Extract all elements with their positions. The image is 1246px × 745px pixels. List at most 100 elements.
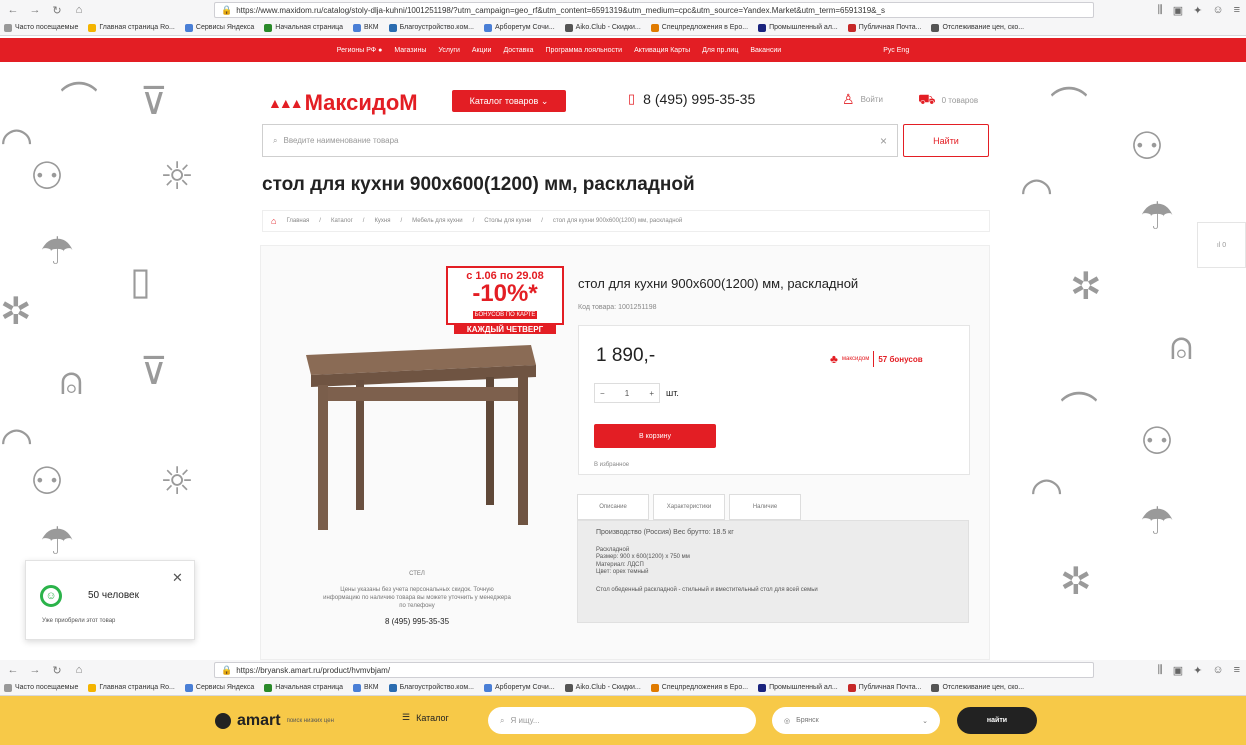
amart-catalog-button[interactable]: ☰ Каталог [402, 712, 449, 723]
reload-icon[interactable]: ↻ [50, 4, 64, 17]
palm-icon: ✲ [1060, 559, 1092, 603]
bookmark[interactable]: Начальная страница [264, 683, 343, 692]
umbrella-icon: ☂ [1140, 499, 1175, 543]
menu-icon[interactable]: ≡ [1234, 4, 1240, 16]
site-logo[interactable]: ▲▲▲ МаксидоМ [268, 90, 418, 116]
extension-icon[interactable]: ✦ [1193, 664, 1202, 677]
address-bar[interactable]: 🔒 https://www.maxidom.ru/catalog/stoly-d… [214, 2, 1094, 18]
forward-icon[interactable]: → [28, 4, 42, 16]
clear-search-icon[interactable]: × [880, 134, 887, 148]
topbar-link[interactable]: Регионы РФ ● [337, 47, 383, 54]
amart-search-input[interactable]: ⌕ Я ищу... [488, 707, 756, 734]
bookmark[interactable]: Благоустройство.ком... [388, 23, 474, 32]
bookmark[interactable]: Отслеживание цен, ско... [931, 23, 1024, 32]
tab-specs[interactable]: Характеристики [653, 494, 725, 520]
bookmark[interactable]: Сервисы Яндекса [184, 23, 254, 32]
profile-icon[interactable]: ☺ [1212, 664, 1223, 676]
topbar-link[interactable]: Вакансии [750, 47, 781, 54]
breadcrumb-item[interactable]: Мебель для кухни [412, 218, 462, 224]
sunglasses-icon: ⚇ [1140, 419, 1175, 463]
quantity-input[interactable]: 1 [625, 389, 629, 398]
tab-description[interactable]: Описание [577, 494, 649, 520]
bookmark[interactable]: Начальная страница [264, 23, 343, 32]
library-icon[interactable]: ⫼ [1158, 4, 1163, 17]
sidebar-icon[interactable]: ▣ [1173, 4, 1183, 17]
address-bar[interactable]: 🔒 https://bryansk.amart.ru/product/hvmvb… [214, 662, 1094, 678]
umbrella-icon: ☂ [40, 229, 75, 273]
topbar-link[interactable]: Для пр.лиц [702, 47, 738, 54]
location-icon: ◎ [784, 717, 791, 725]
topbar-link[interactable]: Услуги [438, 47, 460, 54]
language-switch[interactable]: Рус Eng [883, 47, 909, 54]
bookmark[interactable]: Часто посещаемые [4, 683, 78, 692]
bookmark[interactable]: Главная страница Ro... [88, 683, 175, 692]
unit-label: шт. [666, 388, 679, 398]
breadcrumb-item[interactable]: Кухня [374, 218, 390, 224]
bookmark[interactable]: Сервисы Яндекса [184, 683, 254, 692]
bookmark[interactable]: Aiko.Club - Скидки... [564, 23, 641, 32]
topbar-link[interactable]: Доставка [503, 47, 533, 54]
bookmark[interactable]: Публичная Почта... [847, 23, 921, 32]
bookmark[interactable]: ВКМ [353, 23, 379, 32]
flipflop-icon: ⌒ [1050, 84, 1089, 128]
profile-icon[interactable]: ☺ [1212, 4, 1223, 16]
bookmark[interactable]: Главная страница Ro... [88, 23, 175, 32]
back-icon[interactable]: ← [6, 4, 20, 16]
swimsuit-icon: ⍝ [1170, 324, 1193, 368]
forward-icon[interactable]: → [28, 664, 42, 676]
add-to-favorites-link[interactable]: В избранное [594, 462, 629, 468]
search-button[interactable]: Найти [903, 124, 989, 157]
user-icon: ♙ [842, 91, 855, 107]
topbar-link[interactable]: Акции [472, 47, 492, 54]
header-phone[interactable]: ▯ 8 (495) 995-35-35 [628, 91, 755, 107]
phone-icon: ▯ [628, 91, 636, 106]
add-to-cart-button[interactable]: В корзину [594, 424, 716, 448]
side-widget[interactable]: ıl 0 [1197, 222, 1246, 268]
bookmark[interactable]: Арборетум Сочи... [484, 23, 555, 32]
bookmark[interactable]: ВКМ [353, 683, 379, 692]
home-crumb-icon[interactable]: ⌂ [271, 216, 276, 226]
home-icon[interactable]: ⌂ [72, 664, 86, 676]
extension-icon[interactable]: ✦ [1193, 4, 1202, 17]
bookmark[interactable]: Благоустройство.ком... [388, 683, 474, 692]
search-input[interactable]: ⌕ Введите наименование товара × [262, 124, 898, 157]
breadcrumb-item[interactable]: Столы для кухни [484, 218, 531, 224]
umbrella-icon: ☂ [40, 519, 75, 563]
umbrella-icon: ☂ [1140, 194, 1175, 238]
promo-badge: с 1.06 по 29.08 -10%* БОНУСОВ ПО КАРТЕ К… [446, 266, 564, 334]
topbar-link[interactable]: Магазины [394, 47, 426, 54]
bookmark[interactable]: Публичная Почта... [847, 683, 921, 692]
cart-link[interactable]: ⛟ 0 товаров [918, 91, 978, 110]
hat-icon: ◠ [1020, 169, 1054, 213]
amart-city-select[interactable]: ◎ Брянск ⌄ [772, 707, 940, 734]
login-link[interactable]: ♙ Войти [842, 91, 883, 108]
back-icon[interactable]: ← [6, 664, 20, 676]
sidebar-icon[interactable]: ▣ [1173, 664, 1183, 677]
bookmark[interactable]: Aiko.Club - Скидки... [564, 683, 641, 692]
library-icon[interactable]: ⫼ [1158, 664, 1163, 677]
menu-icon[interactable]: ≡ [1234, 664, 1240, 676]
bookmark[interactable]: Промышленный ал... [758, 683, 838, 692]
bookmark[interactable]: Промышленный ал... [758, 23, 838, 32]
catalog-button[interactable]: Каталог товаров ⌄ [452, 90, 566, 112]
amart-logo[interactable]: amart поиск низких цен [215, 712, 334, 730]
bookmark[interactable]: Спецпредложения в Еро... [650, 23, 748, 32]
bookmark[interactable]: Спецпредложения в Еро... [650, 683, 748, 692]
sunglasses-icon: ⚇ [30, 154, 65, 198]
bookmark[interactable]: Арборетум Сочи... [484, 683, 555, 692]
bookmark[interactable]: Часто посещаемые [4, 23, 78, 32]
decrease-button[interactable]: − [600, 389, 605, 398]
topbar-link[interactable]: Программа лояльности [546, 47, 623, 54]
amart-find-button[interactable]: найти [957, 707, 1037, 734]
product-image[interactable] [296, 335, 541, 535]
increase-button[interactable]: + [649, 389, 654, 398]
tab-availability[interactable]: Наличие [729, 494, 801, 520]
bookmark[interactable]: Отслеживание цен, ско... [931, 683, 1024, 692]
close-icon[interactable]: ✕ [172, 570, 183, 586]
home-icon[interactable]: ⌂ [72, 4, 86, 16]
breadcrumb-item[interactable]: Главная [286, 218, 309, 224]
palm-icon: ✲ [0, 289, 32, 333]
topbar-link[interactable]: Активация Карты [634, 47, 690, 54]
breadcrumb-item[interactable]: Каталог [331, 218, 353, 224]
reload-icon[interactable]: ↻ [50, 664, 64, 677]
